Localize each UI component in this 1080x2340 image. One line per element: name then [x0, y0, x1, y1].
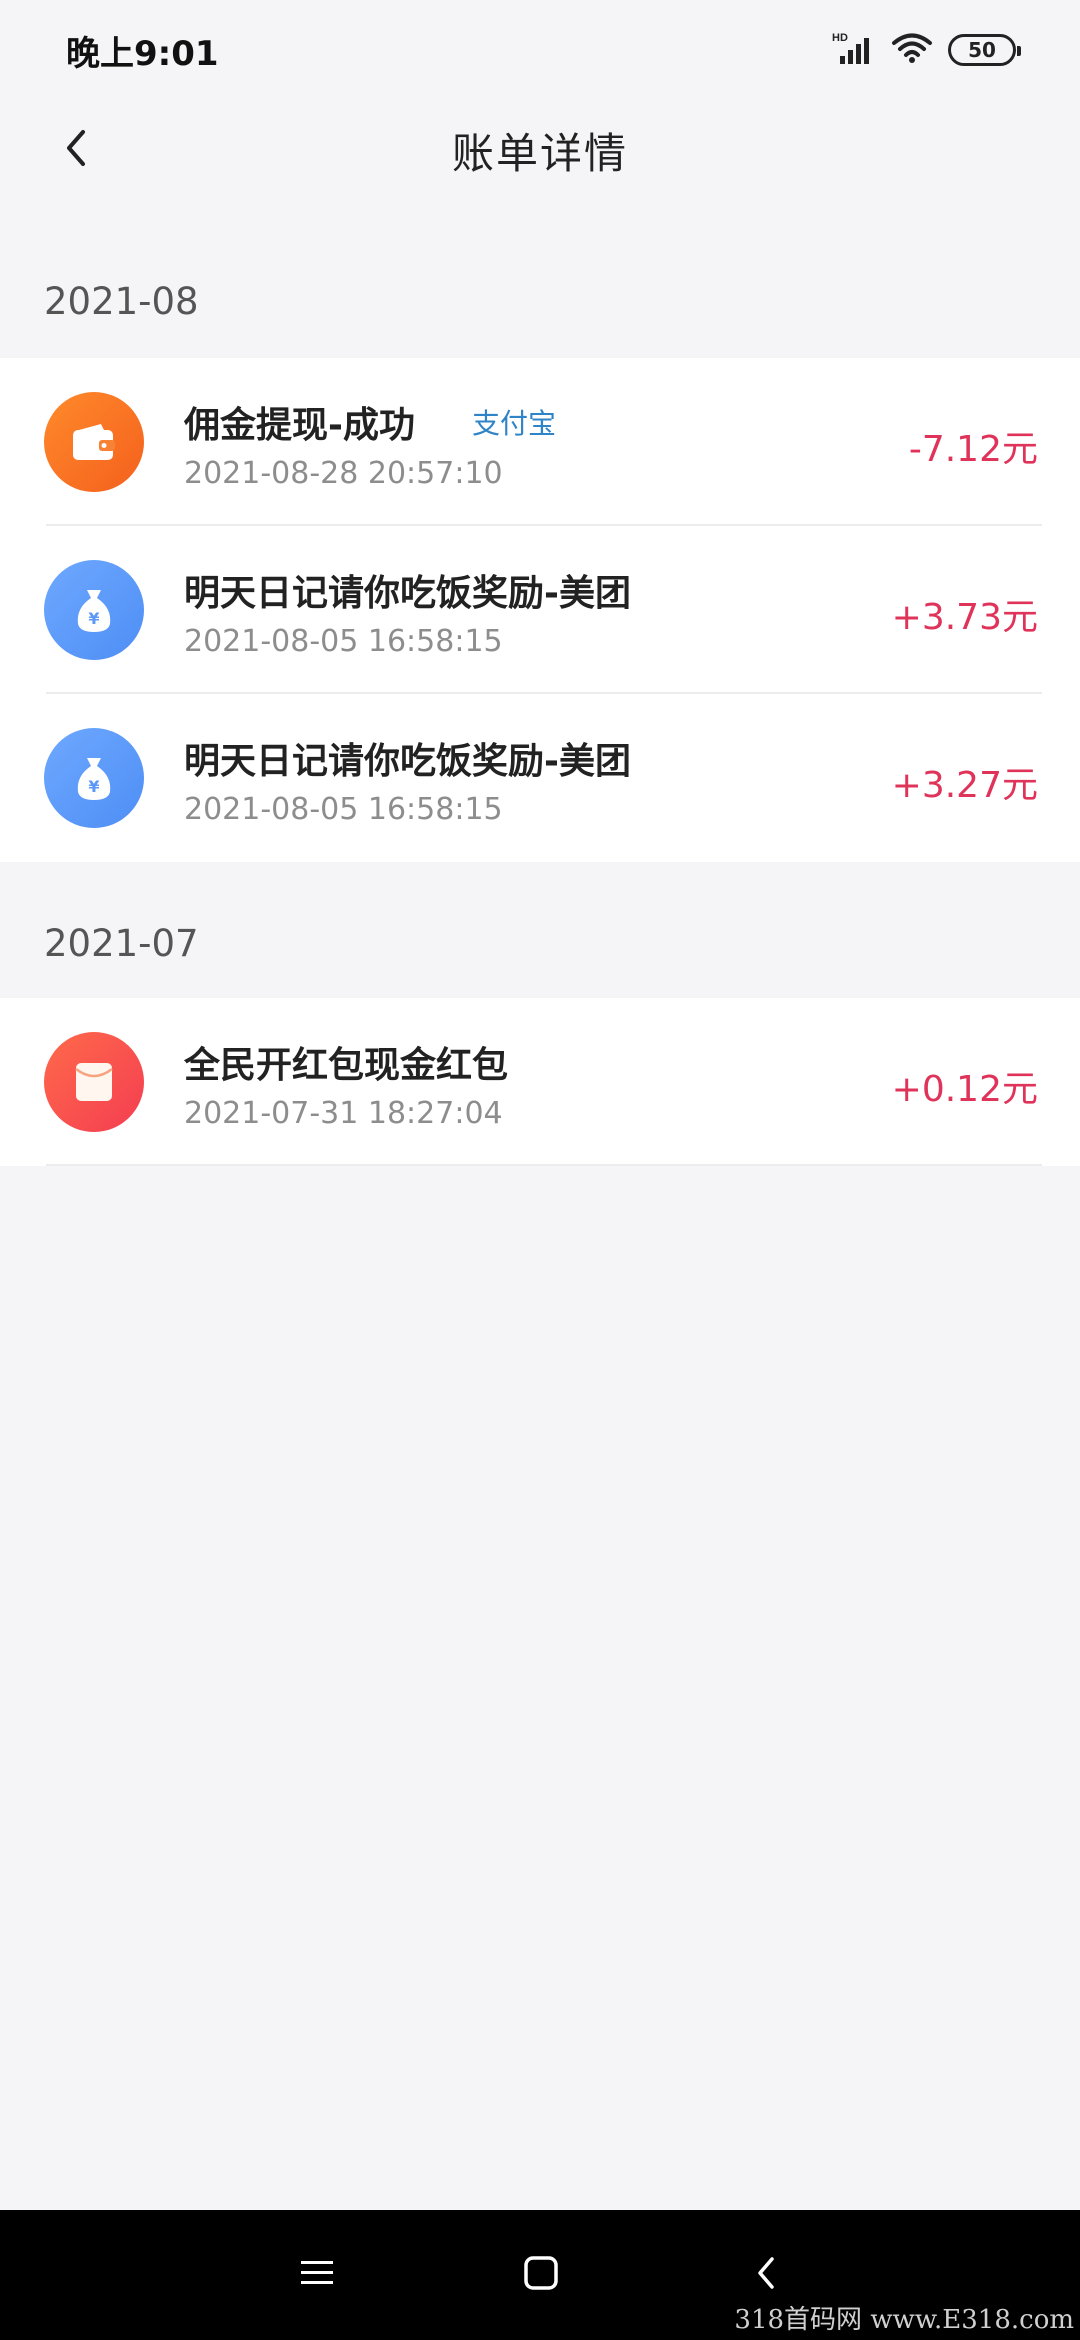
payment-method-tag: 支付宝: [472, 407, 557, 440]
home-square-icon: [523, 2255, 559, 2295]
system-back-button[interactable]: [742, 2250, 792, 2300]
money-bag-icon: ¥: [44, 728, 144, 828]
wifi-icon: [890, 30, 934, 70]
watermark-text: 318首码网 www.E318.com: [734, 2305, 1074, 2335]
status-icons: HD 50: [832, 30, 1021, 70]
back-button[interactable]: [48, 122, 104, 178]
status-time: 晚上9:01: [66, 33, 219, 74]
menu-icon: [299, 2258, 335, 2292]
transaction-group-2021-08: 佣金提现-成功 支付宝 2021-08-28 20:57:10 -7.12元 ¥…: [0, 358, 1080, 862]
page-title: 账单详情: [451, 128, 628, 178]
transaction-amount: -7.12元: [908, 429, 1038, 470]
money-bag-icon: ¥: [44, 560, 144, 660]
transaction-group-2021-07: 全民开红包现金红包 2021-07-31 18:27:04 +0.12元: [0, 998, 1080, 1166]
transaction-time: 2021-08-05 16:58:15: [184, 624, 503, 659]
transaction-title: 明天日记请你吃饭奖励-美团: [184, 741, 631, 782]
transaction-title: 全民开红包现金红包: [184, 1045, 509, 1086]
chevron-left-icon: [61, 128, 91, 172]
transaction-title: 明天日记请你吃饭奖励-美团: [184, 573, 631, 614]
nav-header: 账单详情: [0, 100, 1080, 200]
transaction-row[interactable]: ¥ 明天日记请你吃饭奖励-美团 2021-08-05 16:58:15 +3.2…: [0, 694, 1080, 862]
row-divider: [46, 1164, 1042, 1166]
status-bar: 晚上9:01 HD 50: [0, 0, 1080, 100]
network-label: HD: [832, 32, 848, 44]
wallet-icon: [44, 392, 144, 492]
transaction-amount: +0.12元: [891, 1069, 1038, 1110]
system-nav-bar: 318首码网 www.E318.com: [0, 2210, 1080, 2340]
transaction-row[interactable]: 佣金提现-成功 支付宝 2021-08-28 20:57:10 -7.12元: [0, 358, 1080, 526]
transaction-time: 2021-07-31 18:27:04: [184, 1096, 503, 1131]
section-header-2021-08: 2021-08: [44, 280, 199, 323]
menu-button[interactable]: [292, 2250, 342, 2300]
svg-text:¥: ¥: [88, 777, 99, 796]
svg-text:¥: ¥: [88, 609, 99, 628]
transaction-amount: +3.27元: [891, 765, 1038, 806]
back-triangle-icon: [752, 2255, 782, 2295]
red-envelope-icon: [44, 1032, 144, 1132]
transaction-amount: +3.73元: [891, 597, 1038, 638]
transaction-title: 佣金提现-成功: [184, 405, 415, 446]
transaction-time: 2021-08-05 16:58:15: [184, 792, 503, 827]
transaction-row[interactable]: ¥ 明天日记请你吃饭奖励-美团 2021-08-05 16:58:15 +3.7…: [0, 526, 1080, 694]
battery-icon: 50: [948, 34, 1021, 66]
home-button[interactable]: [516, 2250, 566, 2300]
transaction-row[interactable]: 全民开红包现金红包 2021-07-31 18:27:04 +0.12元: [0, 998, 1080, 1166]
signal-icon: HD: [832, 30, 876, 70]
section-header-2021-07: 2021-07: [44, 922, 199, 965]
transaction-time: 2021-08-28 20:57:10: [184, 456, 503, 491]
